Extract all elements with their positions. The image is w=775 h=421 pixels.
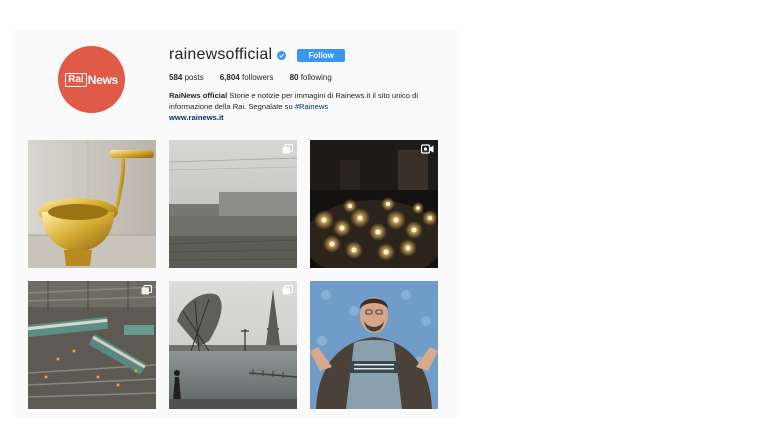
bio-name: RaiNews official [169, 91, 228, 100]
followers-label: followers [241, 73, 274, 82]
multiple-images-icon [141, 285, 152, 295]
follow-button[interactable]: Follow [297, 48, 346, 62]
bio-website-link[interactable]: www.rainews.it [169, 112, 439, 123]
profile-panel: Rai News rainewsofficial Follow 584 post… [12, 30, 460, 417]
post-thumbnail[interactable] [28, 281, 156, 409]
multiple-images-icon [282, 144, 293, 154]
golden-toilet-image [28, 140, 156, 268]
profile-bio: RaiNews official Storie e notizie per im… [169, 90, 439, 123]
rai-logo-text: Rai [65, 72, 87, 87]
profile-stats: 584 posts 6,804 followers 80 following [169, 73, 348, 82]
train-derailment-image [28, 281, 156, 409]
verified-badge-icon [277, 50, 287, 60]
candlelight-vigil-image [310, 140, 438, 268]
posts-stat[interactable]: 584 posts [169, 73, 204, 82]
post-thumbnail[interactable] [28, 140, 156, 268]
post-thumbnail[interactable] [169, 281, 297, 409]
post-thumbnail[interactable] [310, 281, 438, 409]
following-stat[interactable]: 80 following [290, 73, 332, 82]
news-logo-text: News [87, 72, 118, 87]
profile-avatar[interactable]: Rai News [58, 46, 125, 113]
bio-hashtag-link[interactable]: #Rainews [295, 102, 328, 111]
berlinale-portrait-image [310, 281, 438, 409]
following-count: 80 [289, 73, 299, 82]
post-thumbnail[interactable] [169, 140, 297, 268]
paris-flood-image [169, 281, 297, 409]
rainy-landscape-image [169, 140, 297, 268]
multiple-images-icon [282, 285, 293, 295]
posts-label: posts [184, 73, 204, 82]
profile-username: rainewsofficial [169, 46, 273, 63]
followers-stat[interactable]: 6,804 followers [220, 73, 274, 82]
video-camera-icon [421, 144, 434, 154]
followers-count: 6,804 [219, 73, 240, 82]
posts-count: 584 [169, 73, 183, 82]
username-row: rainewsofficial Follow [169, 46, 346, 64]
post-thumbnail[interactable] [310, 140, 438, 268]
rainews-logo: Rai News [65, 72, 118, 87]
following-label: following [300, 73, 332, 82]
